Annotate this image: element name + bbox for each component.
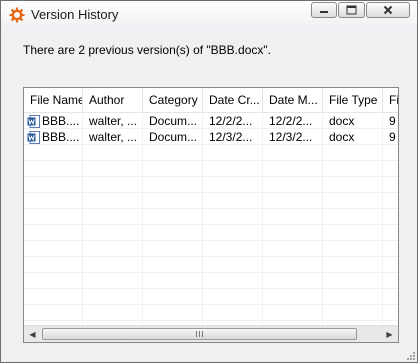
grid-divider bbox=[24, 256, 398, 257]
cell-file-type: docx bbox=[329, 114, 355, 128]
minimize-button[interactable] bbox=[311, 2, 337, 18]
cell-file-name: BBB.... bbox=[24, 113, 83, 129]
grid-divider bbox=[24, 240, 398, 241]
grid-divider bbox=[24, 320, 398, 321]
column-header-file-name[interactable]: File Name bbox=[24, 88, 83, 112]
title-bar[interactable]: Version History bbox=[1, 1, 417, 29]
grid-divider bbox=[24, 160, 398, 161]
word-document-icon bbox=[27, 115, 40, 128]
scroll-right-arrow-icon[interactable]: ▶ bbox=[381, 326, 398, 342]
grip-icon bbox=[196, 331, 203, 337]
close-button[interactable] bbox=[366, 2, 410, 18]
cell-category: Docum... bbox=[149, 114, 198, 128]
cell-date-modified: 12/2/2... bbox=[269, 114, 313, 128]
grid-divider bbox=[24, 304, 398, 305]
column-header-author[interactable]: Author bbox=[83, 88, 143, 112]
grid-divider bbox=[24, 288, 398, 289]
version-count-message: There are 2 previous version(s) of "BBB.… bbox=[23, 43, 271, 57]
minimize-icon bbox=[320, 11, 328, 13]
maximize-icon bbox=[346, 5, 357, 15]
grid-divider bbox=[24, 176, 398, 177]
grid-divider bbox=[24, 224, 398, 225]
resize-grip-icon[interactable] bbox=[405, 350, 415, 360]
file-name-text: BBB.... bbox=[42, 114, 80, 128]
file-name-text: BBB.... bbox=[42, 130, 80, 144]
grid-divider bbox=[24, 192, 398, 193]
window-title: Version History bbox=[31, 7, 119, 22]
gear-icon bbox=[9, 7, 25, 23]
cell-file-type: docx bbox=[329, 130, 355, 144]
grid-divider bbox=[24, 272, 398, 273]
column-header-file-type[interactable]: File Type bbox=[323, 88, 383, 112]
version-list[interactable]: File Name Author Category Date Cr... Dat… bbox=[23, 87, 399, 343]
cell-file-name: BBB.... bbox=[24, 129, 83, 145]
column-header-date-modified[interactable]: Date M... bbox=[263, 88, 323, 112]
maximize-button[interactable] bbox=[338, 2, 365, 18]
cell-date-modified: 12/3/2... bbox=[269, 130, 313, 144]
close-icon bbox=[383, 5, 393, 15]
horizontal-scrollbar[interactable]: ◀ ▶ bbox=[24, 325, 398, 342]
cell-author: walter, ... bbox=[89, 114, 138, 128]
column-header-row: File Name Author Category Date Cr... Dat… bbox=[24, 88, 398, 113]
word-document-icon bbox=[27, 131, 40, 144]
scrollbar-thumb[interactable] bbox=[42, 328, 357, 340]
cell-file-size: 9 bbox=[389, 130, 396, 144]
column-header-date-created[interactable]: Date Cr... bbox=[203, 88, 263, 112]
table-row[interactable]: BBB.... walter, ... Docum... 12/2/2... 1… bbox=[24, 113, 398, 129]
cell-author: walter, ... bbox=[89, 130, 138, 144]
version-history-window: Version History There are 2 previous ver… bbox=[0, 0, 418, 363]
column-header-file-size[interactable]: Fi bbox=[383, 88, 398, 112]
cell-category: Docum... bbox=[149, 130, 198, 144]
cell-date-created: 12/2/2... bbox=[209, 114, 253, 128]
grid-divider bbox=[24, 208, 398, 209]
scroll-left-arrow-icon[interactable]: ◀ bbox=[24, 326, 41, 342]
column-header-category[interactable]: Category bbox=[143, 88, 203, 112]
cell-file-size: 9 bbox=[389, 114, 396, 128]
table-row[interactable]: BBB.... walter, ... Docum... 12/3/2... 1… bbox=[24, 129, 398, 145]
cell-date-created: 12/3/2... bbox=[209, 130, 253, 144]
